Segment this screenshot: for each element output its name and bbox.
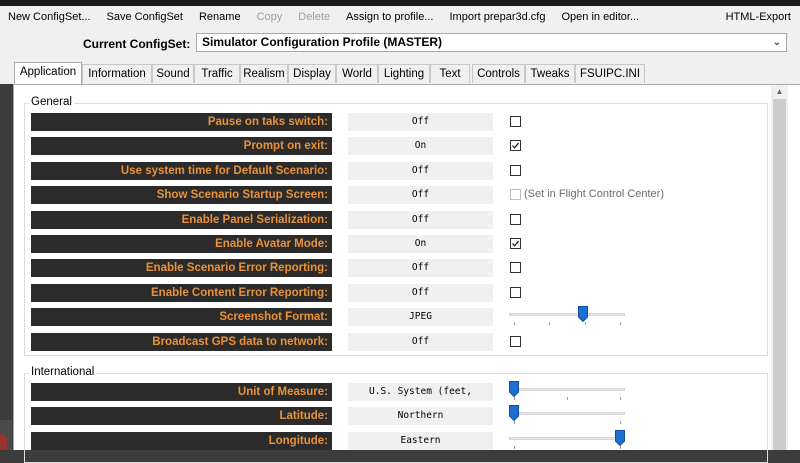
configset-bar: Current ConfigSet: Simulator Configurati… [0, 28, 800, 60]
slider-tick [620, 397, 621, 400]
setting-label-enable-content-error-reporting: Enable Content Error Reporting: [31, 283, 332, 302]
setting-label-prompt-on-exit: Prompt on exit: [31, 137, 332, 156]
international-group-title: International [29, 366, 97, 378]
setting-value-pause-on-taks-switch: Off [348, 113, 493, 131]
setting-value-enable-panel-serialization: Off [348, 210, 493, 229]
setting-slider-unit-of-measure[interactable] [509, 381, 625, 401]
toolbar-button-copy[interactable]: Copy [249, 6, 291, 28]
setting-value-use-system-time-for-default-scenario: Off [348, 161, 493, 180]
scrollbar-thumb[interactable] [773, 99, 786, 450]
setting-checkbox-pause-on-taks-switch[interactable] [510, 116, 521, 127]
general-group-title: General [29, 96, 74, 108]
configset-value: Simulator Configuration Profile (MASTER) [202, 35, 442, 49]
tab-controls[interactable]: Controls [472, 64, 525, 83]
setting-label-latitude: Latitude: [31, 407, 332, 426]
setting-checkbox-use-system-time-for-default-scenario[interactable] [510, 164, 521, 176]
setting-checkbox-enable-avatar-mode[interactable] [510, 238, 521, 249]
tab-tweaks[interactable]: Tweaks [525, 64, 575, 83]
toolbar-button-open-in-editor[interactable]: Open in editor... [553, 6, 647, 28]
toolbar-button-new-configset[interactable]: New ConfigSet... [0, 6, 99, 28]
slider-track [509, 388, 625, 391]
setting-value-screenshot-format: JPEG [348, 308, 493, 327]
slider-tick [620, 421, 621, 425]
setting-slider-screenshot-format[interactable] [509, 306, 625, 326]
tab-sound[interactable]: Sound [152, 64, 194, 83]
setting-label-use-system-time-for-default-scenario: Use system time for Default Scenario: [31, 161, 332, 180]
setting-checkbox-enable-content-error-reporting[interactable] [510, 286, 521, 298]
vertical-scrollbar[interactable]: ▲ [771, 85, 788, 450]
slider-tick [620, 322, 621, 326]
toolbar: New ConfigSet... Save ConfigSet Rename Copy… [0, 6, 800, 29]
setting-checkbox-prompt-on-exit[interactable] [510, 140, 521, 152]
setting-label-enable-scenario-error-reporting: Enable Scenario Error Reporting: [31, 259, 332, 278]
slider-tick [514, 421, 515, 425]
tab-fsuipc-ini[interactable]: FSUIPC.INI [575, 64, 645, 83]
setting-value-show-scenario-startup-screen: Off [348, 186, 493, 205]
setting-slider-longitude[interactable] [509, 429, 625, 450]
slider-track [509, 436, 625, 440]
slider-tick [567, 397, 568, 400]
setting-checkbox-enable-scenario-error-reporting[interactable] [510, 262, 521, 274]
setting-label-show-scenario-startup-screen: Show Scenario Startup Screen: [31, 186, 332, 205]
setting-value-unit-of-measure: U.S. System (feet, [348, 383, 493, 401]
slider-thumb[interactable] [615, 429, 625, 446]
setting-value-latitude: Northern [348, 407, 493, 426]
setting-slider-latitude[interactable] [509, 405, 625, 425]
tab-strip: Application Information Sound Traffic Realis… [0, 60, 800, 84]
tab-text[interactable]: Text [430, 64, 470, 83]
slider-thumb[interactable] [509, 405, 519, 422]
setting-label-screenshot-format: Screenshot Format: [31, 308, 332, 327]
setting-label-enable-panel-serialization: Enable Panel Serialization: [31, 210, 332, 229]
setting-checkbox-broadcast-gps-data-to-network[interactable] [510, 335, 521, 347]
tab-application[interactable]: Application [14, 62, 82, 84]
toolbar-button-rename[interactable]: Rename [191, 6, 249, 28]
slider-tick [514, 322, 515, 326]
configset-select[interactable]: Simulator Configuration Profile (MASTER)… [196, 33, 787, 52]
tab-display[interactable]: Display [288, 64, 336, 83]
setting-note-show-scenario-startup-screen: (Set in Flight Control Center) [524, 188, 664, 201]
slider-track [509, 412, 625, 416]
slider-tick [514, 445, 515, 449]
configset-label: Current ConfigSet: [83, 37, 191, 51]
chevron-down-icon[interactable]: ⌄ [773, 34, 781, 51]
slider-track [509, 313, 625, 317]
slider-tick [584, 322, 586, 326]
slider-thumb[interactable] [509, 381, 519, 398]
setting-checkbox-enable-panel-serialization[interactable] [510, 213, 521, 225]
scroll-up-arrow-icon[interactable]: ▲ [771, 85, 788, 99]
background-window-edge [0, 420, 12, 450]
toolbar-button-assign-to-profile[interactable]: Assign to profile... [338, 6, 441, 28]
setting-label-enable-avatar-mode: Enable Avatar Mode: [31, 235, 332, 253]
setting-value-enable-content-error-reporting: Off [348, 283, 493, 302]
setting-label-unit-of-measure: Unit of Measure: [31, 383, 332, 401]
tab-information[interactable]: Information [82, 64, 152, 83]
tab-world[interactable]: World [336, 64, 378, 83]
setting-value-enable-avatar-mode: On [348, 235, 493, 253]
tab-traffic[interactable]: Traffic [194, 64, 240, 83]
setting-label-longitude: Longitude: [31, 431, 332, 450]
slider-tick [549, 322, 551, 326]
tab-realism[interactable]: Realism [240, 64, 288, 83]
setting-label-broadcast-gps-data-to-network: Broadcast GPS data to network: [31, 332, 332, 351]
setting-label-pause-on-taks-switch: Pause on taks switch: [31, 113, 332, 131]
setting-value-enable-scenario-error-reporting: Off [348, 259, 493, 278]
tab-lighting[interactable]: Lighting [378, 64, 430, 83]
html-export-button[interactable]: HTML-Export [718, 6, 800, 28]
setting-value-prompt-on-exit: On [348, 137, 493, 156]
setting-value-broadcast-gps-data-to-network: Off [348, 332, 493, 351]
slider-tick [514, 397, 515, 400]
slider-tick [620, 445, 621, 449]
toolbar-button-save-configset[interactable]: Save ConfigSet [99, 6, 191, 28]
slider-thumb[interactable] [577, 306, 588, 323]
setting-checkbox-show-scenario-startup-screen [510, 189, 521, 201]
toolbar-button-delete[interactable]: Delete [290, 6, 338, 28]
toolbar-button-import-prepar3d-cfg[interactable]: Import prepar3d.cfg [441, 6, 553, 28]
setting-value-longitude: Eastern [348, 431, 493, 450]
